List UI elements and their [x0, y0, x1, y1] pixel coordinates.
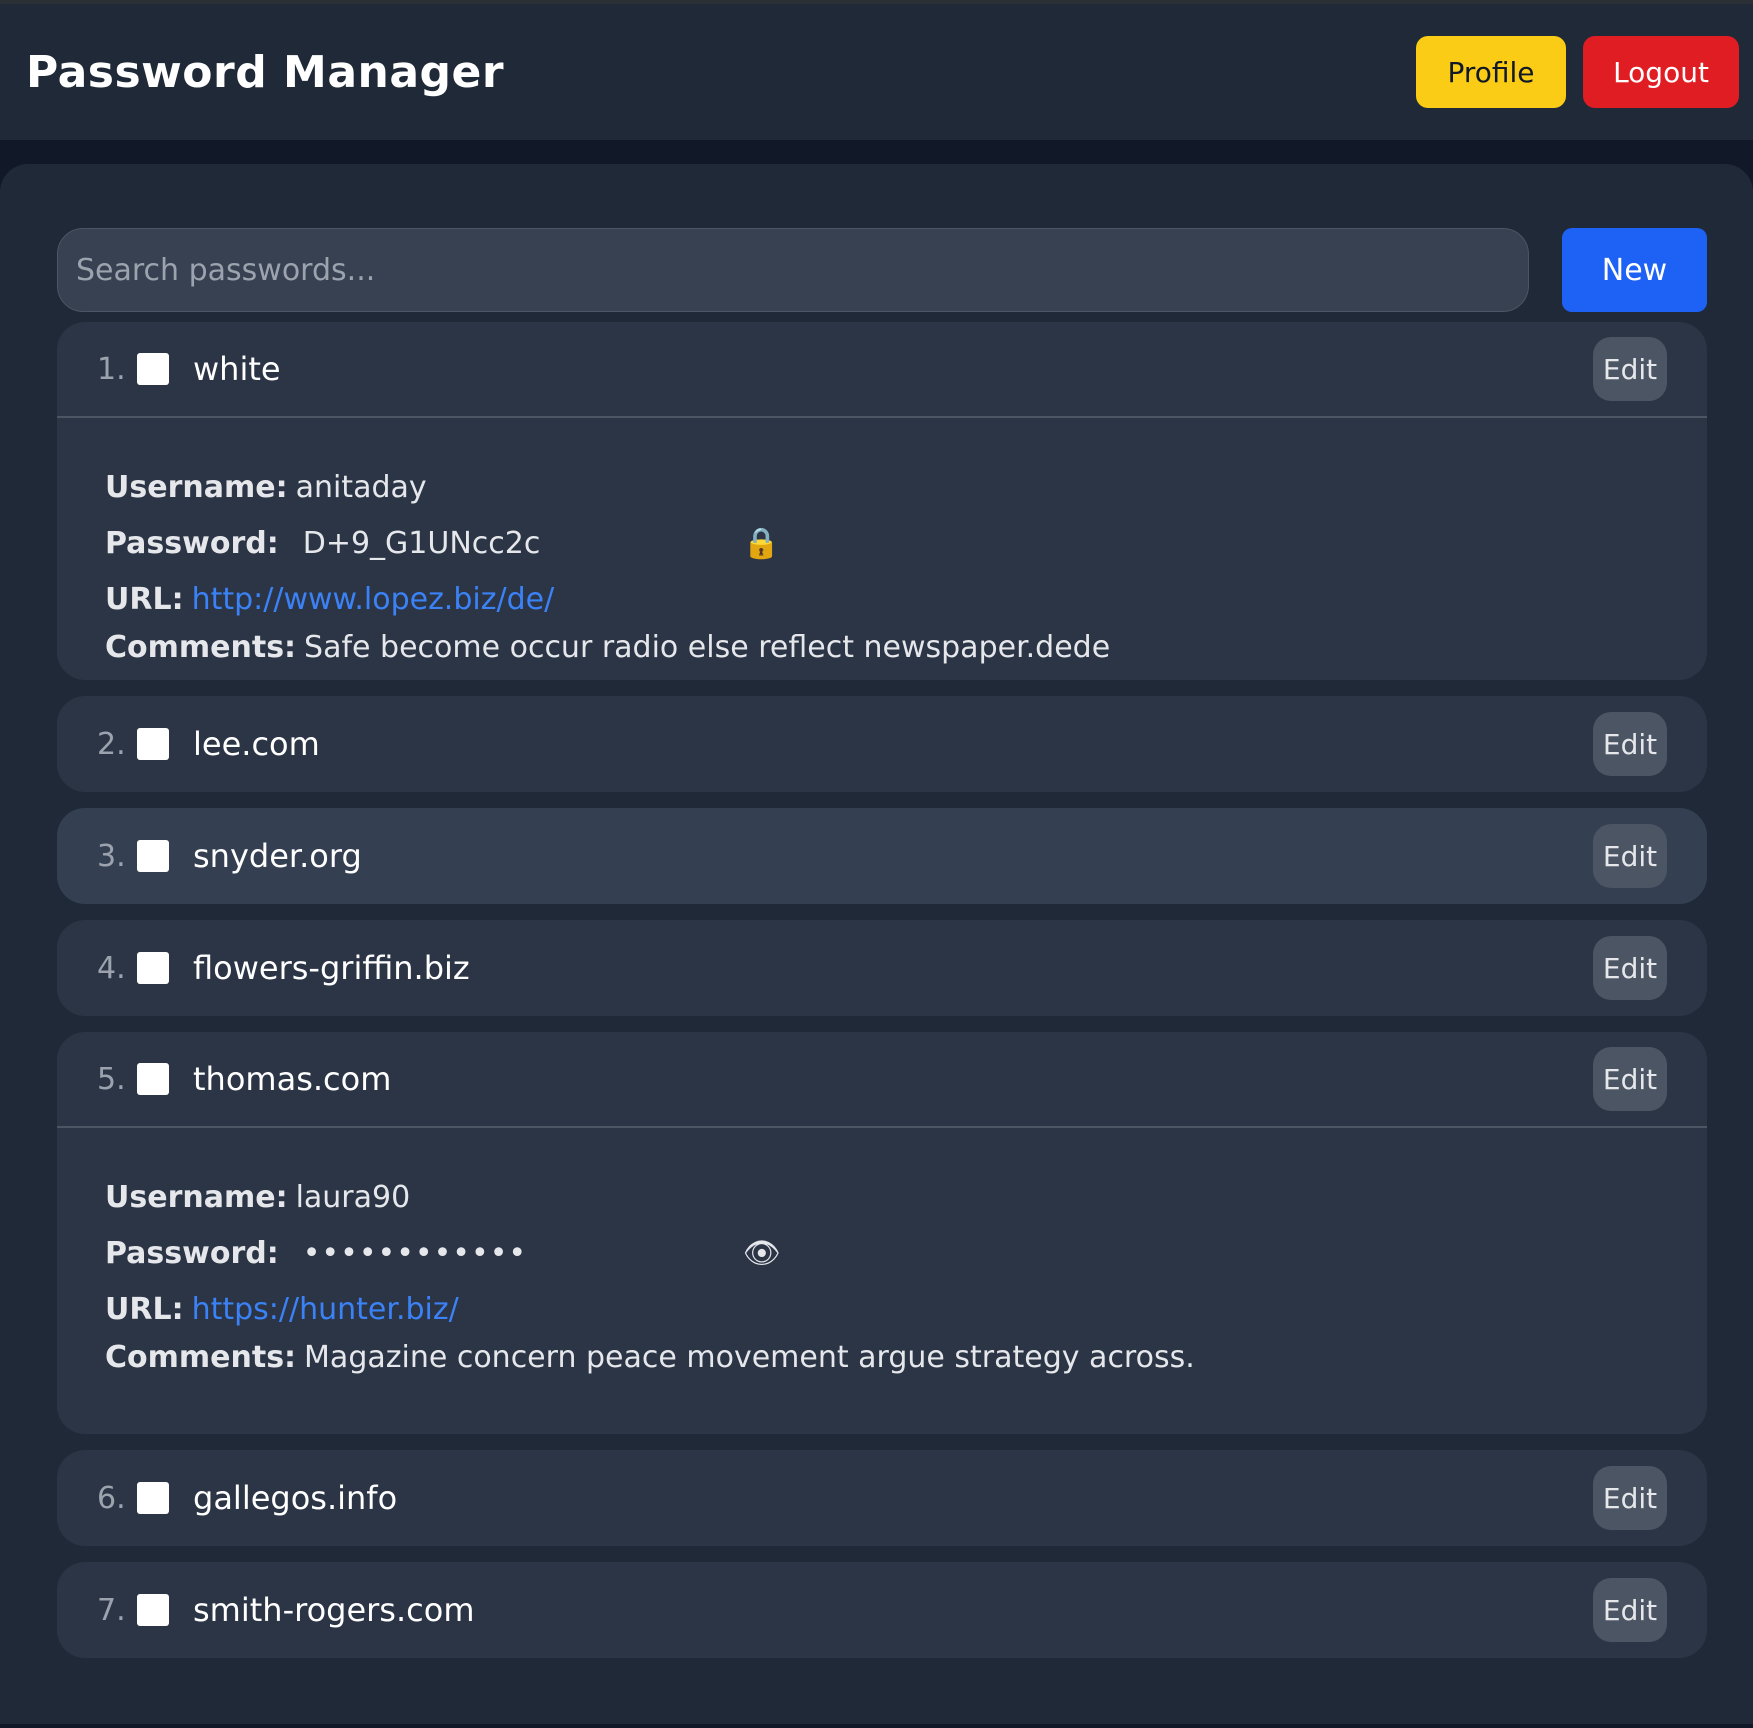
- entry-header[interactable]: 3. snyder.org Edit: [57, 808, 1707, 904]
- entry-checkbox[interactable]: [137, 1482, 169, 1514]
- username-label: Username:: [105, 470, 288, 505]
- entry-details: Username: laura90 Password: ••••••••••••…: [57, 1128, 1707, 1376]
- url-label: URL:: [105, 582, 184, 617]
- username-value: anitaday: [295, 470, 427, 505]
- password-entry[interactable]: 6. gallegos.info Edit: [57, 1450, 1707, 1546]
- username-field: Username: laura90: [105, 1180, 1659, 1216]
- url-label: URL:: [105, 1292, 184, 1327]
- entry-index: 3.: [97, 838, 126, 874]
- entry-checkbox[interactable]: [137, 728, 169, 760]
- app-header: Password Manager Profile Logout: [0, 4, 1753, 140]
- entry-header[interactable]: 2. lee.com Edit: [57, 696, 1707, 792]
- logout-button[interactable]: Logout: [1583, 36, 1739, 108]
- entry-header[interactable]: 1. white Edit: [57, 322, 1707, 418]
- edit-button[interactable]: Edit: [1593, 1466, 1667, 1530]
- entry-details: Username: anitaday Password: D+9_G1UNcc2…: [57, 418, 1707, 666]
- eye-icon[interactable]: 👁: [743, 1236, 781, 1272]
- entry-index: 7.: [97, 1592, 126, 1628]
- entry-index: 6.: [97, 1480, 126, 1516]
- entry-name: flowers-griffin.biz: [193, 949, 470, 987]
- url-link[interactable]: http://www.lopez.biz/de/: [192, 582, 555, 618]
- entry-name: snyder.org: [193, 837, 362, 875]
- entry-name: smith-rogers.com: [193, 1591, 475, 1629]
- password-field: Password: •••••••••••• 👁: [105, 1236, 1659, 1272]
- url-field: URL: https://hunter.biz/: [105, 1292, 1659, 1328]
- new-password-button[interactable]: New: [1562, 228, 1707, 312]
- comments-label: Comments:: [105, 1340, 297, 1375]
- entry-header[interactable]: 6. gallegos.info Edit: [57, 1450, 1707, 1546]
- comments-value: Magazine concern peace movement argue st…: [304, 1340, 1195, 1375]
- entry-index: 5.: [97, 1061, 126, 1097]
- comments-field: Comments: Safe become occur radio else r…: [105, 630, 1659, 666]
- entry-index: 2.: [97, 726, 126, 762]
- password-entry[interactable]: 4. flowers-griffin.biz Edit: [57, 920, 1707, 1016]
- edit-button[interactable]: Edit: [1593, 1578, 1667, 1642]
- comments-value: Safe become occur radio else reflect new…: [304, 630, 1111, 665]
- edit-button[interactable]: Edit: [1593, 824, 1667, 888]
- app-title: Password Manager: [26, 46, 505, 98]
- url-field: URL: http://www.lopez.biz/de/: [105, 582, 1659, 618]
- password-entry[interactable]: 1. white Edit Username: anitaday Passwor…: [57, 322, 1707, 680]
- edit-button[interactable]: Edit: [1593, 1047, 1667, 1111]
- search-row: New: [57, 228, 1707, 312]
- entry-header[interactable]: 7. smith-rogers.com Edit: [57, 1562, 1707, 1658]
- username-label: Username:: [105, 1180, 288, 1215]
- entry-header[interactable]: 4. flowers-griffin.biz Edit: [57, 920, 1707, 1016]
- username-field: Username: anitaday: [105, 470, 1659, 506]
- entry-name: lee.com: [193, 725, 320, 763]
- search-input[interactable]: [57, 228, 1529, 312]
- url-link[interactable]: https://hunter.biz/: [192, 1292, 459, 1328]
- entry-name: gallegos.info: [193, 1479, 398, 1517]
- lock-icon[interactable]: 🔒: [743, 526, 780, 562]
- entry-name: thomas.com: [193, 1060, 392, 1098]
- header-actions: Profile Logout: [1416, 36, 1739, 108]
- password-panel: New 1. white Edit Username: anitaday Pas…: [0, 164, 1753, 1728]
- entry-checkbox[interactable]: [137, 952, 169, 984]
- entry-header[interactable]: 5. thomas.com Edit: [57, 1032, 1707, 1128]
- password-field: Password: D+9_G1UNcc2c 🔒: [105, 526, 1659, 562]
- bottom-border: [0, 1724, 1753, 1728]
- password-entry[interactable]: 7. smith-rogers.com Edit: [57, 1562, 1707, 1658]
- profile-button[interactable]: Profile: [1416, 36, 1566, 108]
- entry-index: 1.: [97, 351, 126, 387]
- entry-checkbox[interactable]: [137, 840, 169, 872]
- comments-label: Comments:: [105, 630, 297, 665]
- comments-field: Comments: Magazine concern peace movemen…: [105, 1340, 1659, 1376]
- password-entry[interactable]: 5. thomas.com Edit Username: laura90 Pas…: [57, 1032, 1707, 1434]
- password-label: Password:: [105, 1236, 279, 1271]
- password-label: Password:: [105, 526, 279, 561]
- entry-checkbox[interactable]: [137, 1063, 169, 1095]
- password-value-masked: ••••••••••••: [302, 1236, 528, 1271]
- edit-button[interactable]: Edit: [1593, 712, 1667, 776]
- password-entry[interactable]: 2. lee.com Edit: [57, 696, 1707, 792]
- username-value: laura90: [295, 1180, 411, 1215]
- password-entry[interactable]: 3. snyder.org Edit: [57, 808, 1707, 904]
- password-value: D+9_G1UNcc2c: [302, 526, 541, 561]
- entry-checkbox[interactable]: [137, 353, 169, 385]
- entry-checkbox[interactable]: [137, 1594, 169, 1626]
- edit-button[interactable]: Edit: [1593, 936, 1667, 1000]
- edit-button[interactable]: Edit: [1593, 337, 1667, 401]
- entry-name: white: [193, 350, 281, 388]
- entry-index: 4.: [97, 950, 126, 986]
